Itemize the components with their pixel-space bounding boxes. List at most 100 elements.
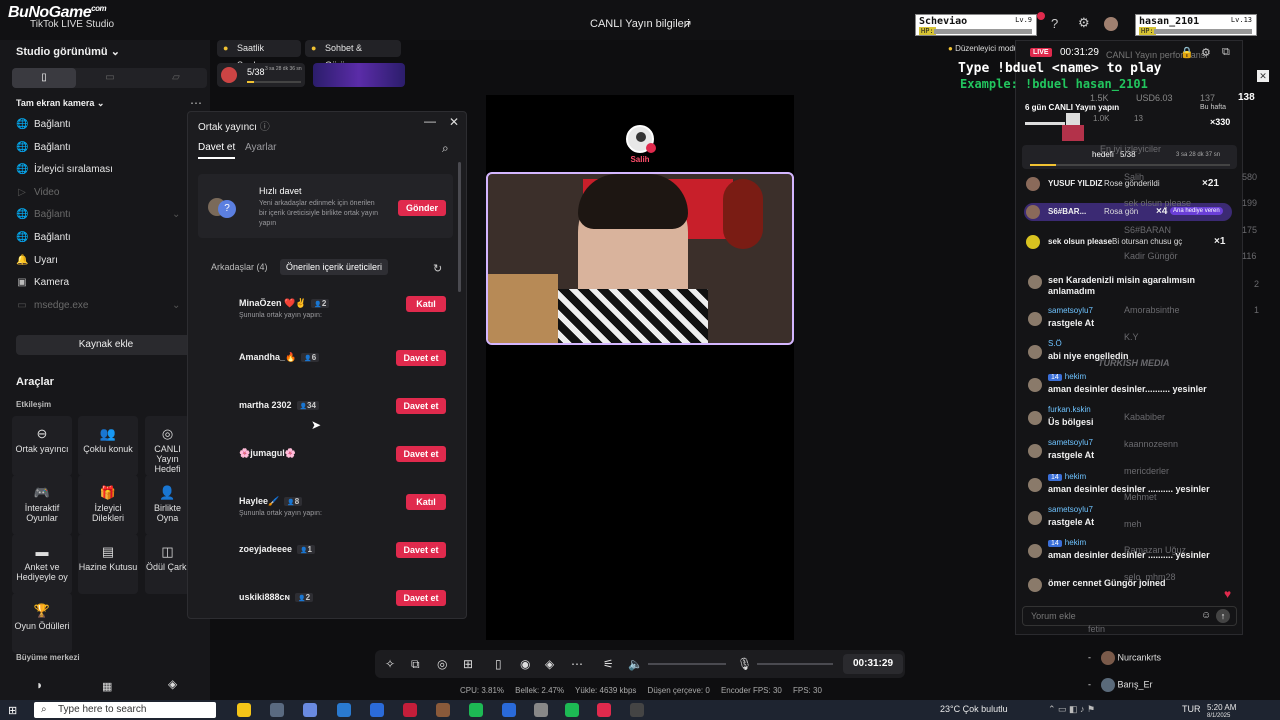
clock-time[interactable]: 5:20 AM: [1207, 703, 1236, 712]
gear-icon[interactable]: ⚙: [1078, 15, 1090, 31]
chat-username[interactable]: sametsoylu7: [1048, 306, 1093, 315]
source-item[interactable]: 🔔 Uyarı: [16, 255, 58, 266]
phone-icon[interactable]: ▯: [495, 657, 502, 671]
app-icon-red[interactable]: [403, 703, 417, 717]
growth-icon-3[interactable]: ◈: [168, 677, 177, 691]
source-item[interactable]: ▭ msedge.exe ⌄: [16, 300, 180, 311]
join-button[interactable]: Katıl: [406, 494, 446, 510]
minimize-icon[interactable]: —: [424, 114, 436, 128]
chat-username[interactable]: sametsoylu7: [1048, 438, 1093, 447]
app-icon-brown[interactable]: [436, 703, 450, 717]
viewer-row-1[interactable]: - Nurcankrts: [1088, 651, 1161, 665]
chat-username[interactable]: furkan.kskin: [1048, 405, 1091, 414]
live-info-title[interactable]: CANLI Yayın bilgileri: [590, 18, 690, 30]
store-icon[interactable]: [337, 703, 351, 717]
landscape-icon[interactable]: ▭: [78, 68, 142, 88]
chat-username[interactable]: sametsoylu7: [1048, 505, 1093, 514]
tab-settings[interactable]: Ayarlar: [245, 142, 277, 153]
share-icon[interactable]: ↗: [682, 17, 692, 31]
send-button[interactable]: Gönder: [398, 200, 446, 216]
source-item[interactable]: 🌐 Bağlantı: [16, 232, 71, 243]
growth-icon-1[interactable]: ◗: [36, 678, 43, 692]
settings-icon[interactable]: ⚙: [1201, 46, 1211, 59]
lock-icon[interactable]: 🔒: [1180, 46, 1194, 59]
copilot-icon[interactable]: [237, 703, 251, 717]
task-view-icon[interactable]: [270, 703, 284, 717]
taskbar-search[interactable]: Type here to search: [34, 702, 216, 718]
effects-icon[interactable]: ⧉: [411, 657, 420, 672]
add-source-button[interactable]: Kaynak ekle: [16, 335, 196, 355]
source-item[interactable]: 🌐 Bağlantı ⌄: [16, 209, 180, 220]
suggested-tab[interactable]: Önerilen içerik üreticileri: [280, 259, 389, 275]
tool-wheel[interactable]: ◫ Ödül Çarkı: [145, 534, 190, 594]
mixer-icon[interactable]: ⚟: [603, 657, 614, 671]
scene-title[interactable]: Studio görünümü ⌄: [16, 45, 120, 58]
language-indicator[interactable]: TUR: [1182, 704, 1201, 714]
source-item[interactable]: ▣ Kamera: [16, 277, 69, 288]
microphone-icon[interactable]: 🎙: [737, 657, 752, 671]
tool-poll[interactable]: ▬ Anket ve Hediyeyle oy: [12, 534, 72, 594]
obs-icon[interactable]: [630, 703, 644, 717]
chat-username[interactable]: 14 hekim: [1048, 372, 1086, 381]
source-item[interactable]: 🌐 Bağlantı: [16, 142, 71, 153]
app-icon-gray[interactable]: [534, 703, 548, 717]
invite-button[interactable]: Davet et: [396, 350, 446, 366]
tool-trophy[interactable]: 🏆 Oyun Ödülleri: [12, 593, 72, 653]
weather-text[interactable]: 23°C Çok bulutlu: [940, 704, 1008, 714]
more-icon[interactable]: ⋯: [190, 96, 202, 110]
app-icon-green[interactable]: [469, 703, 483, 717]
chat-username[interactable]: 14 hekim: [1048, 472, 1086, 481]
orientation-switch[interactable]: ▯ ▭ ▱: [12, 68, 207, 88]
join-button[interactable]: Katıl: [406, 296, 446, 312]
tab-invite[interactable]: Davet et: [198, 142, 235, 153]
tool-gamepad[interactable]: 🎮 İnteraktif Oyunlar: [12, 475, 72, 535]
tool-user[interactable]: 👤 Birlikte Oyna: [145, 475, 190, 535]
tool-gift[interactable]: 🎁 İzleyici Dilekleri: [78, 475, 138, 535]
goal-widget[interactable]: 5/38 3 sa 28 dk 36 sn: [217, 63, 305, 87]
info-icon[interactable]: ⓘ: [260, 122, 270, 133]
magic-icon[interactable]: ✧: [385, 657, 395, 671]
popup-scrollbar[interactable]: [458, 162, 461, 292]
chat-meet-pill[interactable]: ●Sohbet & Görüşme: [305, 40, 401, 70]
invite-button[interactable]: Davet et: [396, 398, 446, 414]
volume-slider[interactable]: [648, 663, 726, 665]
growth-icon-2[interactable]: ▦: [102, 680, 112, 693]
hourly-rank-pill[interactable]: ●Saatlik Sıralama: [217, 40, 301, 70]
spotify-icon[interactable]: [565, 703, 579, 717]
close-icon[interactable]: ✕: [449, 115, 459, 129]
refresh-icon[interactable]: ↻: [433, 262, 442, 275]
tiktok-icon[interactable]: [597, 703, 611, 717]
popout-icon[interactable]: ⧉: [1222, 46, 1230, 59]
event-banner[interactable]: [313, 63, 405, 87]
source-item[interactable]: ▷ Video: [16, 187, 59, 198]
invite-button[interactable]: Davet et: [396, 590, 446, 606]
mail-icon[interactable]: [370, 703, 384, 717]
invite-button[interactable]: Davet et: [396, 446, 446, 462]
tool-users[interactable]: 👥 Çoklu konuk: [78, 416, 138, 476]
more-icon[interactable]: ⋯: [571, 657, 583, 671]
volume-icon[interactable]: 🔈: [628, 657, 643, 671]
windows-start-icon[interactable]: ⊞: [8, 704, 17, 717]
tool-link[interactable]: ⊖ Ortak yayıncı: [12, 416, 72, 476]
other-layout-icon[interactable]: ▱: [144, 68, 208, 88]
emoji-icon[interactable]: ☺: [1201, 610, 1211, 621]
app-icon-blue[interactable]: [502, 703, 516, 717]
viewer-row-2[interactable]: - Barış_Er: [1088, 678, 1153, 692]
editor-mode[interactable]: ● Düzenleyici modu: [948, 44, 1018, 53]
add-media-icon[interactable]: ⊞: [463, 657, 473, 671]
send-icon[interactable]: ↑: [1216, 609, 1230, 623]
edge-icon[interactable]: [303, 703, 317, 717]
record-icon[interactable]: ◉: [520, 657, 530, 671]
chat-username[interactable]: S.Ö: [1048, 339, 1062, 348]
chevron-down-icon[interactable]: ⌄: [172, 209, 180, 220]
tool-target[interactable]: ◎ CANLI Yayın Hedefi: [145, 416, 190, 476]
mic-slider[interactable]: [757, 663, 833, 665]
ar-icon[interactable]: ◎: [437, 657, 447, 671]
close-overlay-icon[interactable]: ✕: [1257, 70, 1269, 82]
source-item[interactable]: 🌐 Bağlantı: [16, 119, 71, 130]
friends-tab[interactable]: Arkadaşlar (4): [211, 262, 268, 272]
portrait-icon[interactable]: ▯: [12, 68, 76, 88]
tool-chest[interactable]: ▤ Hazine Kutusu: [78, 534, 138, 594]
tray-icons[interactable]: ⌃ ▭ ◧ ♪ ⚑: [1048, 704, 1095, 715]
capture-icon[interactable]: ◈: [545, 657, 554, 671]
